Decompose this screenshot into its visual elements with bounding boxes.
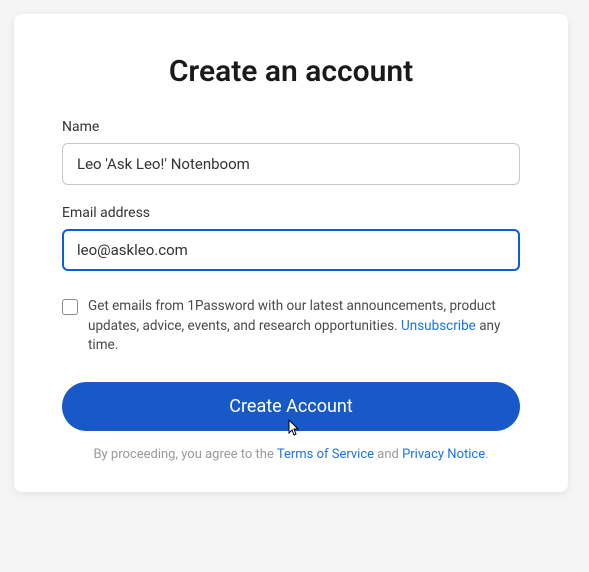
terms-of-service-link[interactable]: Terms of Service <box>277 447 374 462</box>
marketing-consent-text: Get emails from 1Password with our lates… <box>88 297 520 356</box>
name-input[interactable] <box>62 143 520 185</box>
signup-card: Create an account Name Email address Get… <box>14 14 568 492</box>
privacy-notice-link[interactable]: Privacy Notice <box>402 447 485 462</box>
marketing-consent-checkbox[interactable] <box>62 299 78 315</box>
marketing-consent-row: Get emails from 1Password with our lates… <box>62 297 520 356</box>
legal-text: By proceeding, you agree to the Terms of… <box>62 445 520 465</box>
create-account-button[interactable]: Create Account <box>62 382 520 431</box>
name-field-group: Name <box>62 119 520 185</box>
email-field-group: Email address <box>62 205 520 271</box>
name-label: Name <box>62 119 520 135</box>
legal-mid: and <box>374 447 402 462</box>
legal-prefix: By proceeding, you agree to the <box>93 447 276 462</box>
email-label: Email address <box>62 205 520 221</box>
cursor-pointer-icon <box>283 418 301 445</box>
legal-suffix: . <box>485 447 488 462</box>
create-account-label: Create Account <box>229 396 353 417</box>
email-input[interactable] <box>62 229 520 271</box>
page-title: Create an account <box>62 54 520 89</box>
unsubscribe-link[interactable]: Unsubscribe <box>401 318 476 334</box>
